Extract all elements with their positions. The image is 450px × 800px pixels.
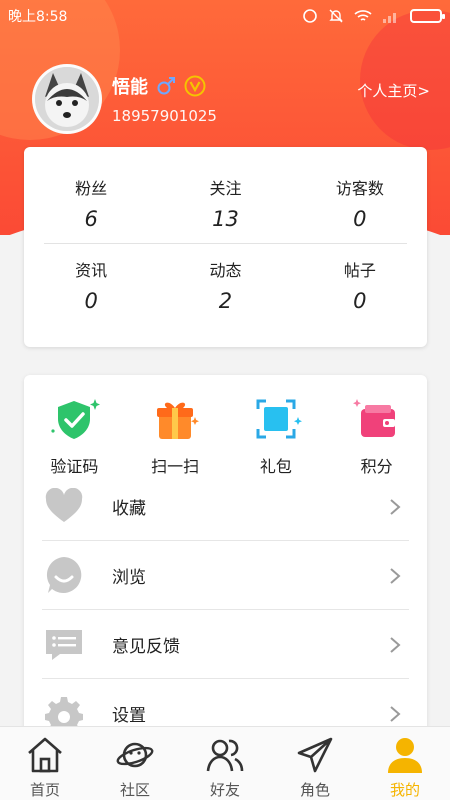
battery-icon xyxy=(410,9,445,23)
bottom-tab-bar: 首页 社区 好友 角色 我的 xyxy=(0,726,450,800)
menu-item-favorites[interactable]: 收藏 xyxy=(42,472,409,541)
vip-badge-icon xyxy=(184,75,206,97)
avatar[interactable] xyxy=(32,64,102,134)
scan-icon xyxy=(256,399,302,439)
gift-icon xyxy=(157,402,200,439)
menu-item-label: 设置 xyxy=(112,706,146,726)
stat-value: 2 xyxy=(218,289,233,313)
male-gender-icon xyxy=(157,77,175,95)
menu-card: 验证码 扫一扫 礼包 积分 收藏 浏览 意见反馈 设置 xyxy=(24,375,427,735)
stat-news[interactable]: 资讯 0 xyxy=(24,257,158,313)
paper-plane-icon xyxy=(297,737,333,773)
wifi-icon xyxy=(354,10,372,21)
sync-icon xyxy=(303,9,317,23)
tab-label: 角色 xyxy=(299,781,330,799)
stat-following[interactable]: 关注 13 xyxy=(158,175,292,231)
personal-homepage-link[interactable]: 个人主页> xyxy=(357,80,430,101)
tab-label: 我的 xyxy=(389,781,420,799)
stat-label: 动态 xyxy=(209,261,242,280)
quick-action-points[interactable]: 积分 xyxy=(326,395,427,477)
feedback-icon xyxy=(46,630,82,660)
tab-community[interactable]: 社区 xyxy=(90,727,180,800)
chevron-right-icon xyxy=(390,637,401,653)
stat-moments[interactable]: 动态 2 xyxy=(158,257,292,313)
tab-roles[interactable]: 角色 xyxy=(270,727,360,800)
stat-value: 0 xyxy=(353,207,367,231)
status-time: 晚上8:58 xyxy=(8,9,68,25)
stat-value: 0 xyxy=(353,289,367,313)
menu-item-history[interactable]: 浏览 xyxy=(42,541,409,610)
tab-mine[interactable]: 我的 xyxy=(360,727,450,800)
stat-posts[interactable]: 帖子 0 xyxy=(293,257,427,313)
tab-label: 首页 xyxy=(29,781,60,799)
mute-bell-icon xyxy=(329,9,343,23)
stat-label: 访客数 xyxy=(335,179,384,198)
tab-home[interactable]: 首页 xyxy=(0,727,90,800)
stat-value: 0 xyxy=(84,289,98,313)
signal-icon xyxy=(383,13,396,23)
menu-item-feedback[interactable]: 意见反馈 xyxy=(42,610,409,679)
menu-item-label: 意见反馈 xyxy=(112,636,180,657)
quick-action-scan[interactable]: 扫一扫 xyxy=(125,395,226,477)
tab-label: 好友 xyxy=(209,781,240,799)
stat-fans[interactable]: 粉丝 6 xyxy=(24,175,158,231)
home-icon xyxy=(28,737,62,773)
chevron-right-icon xyxy=(390,499,401,515)
friends-icon xyxy=(206,739,244,772)
stat-value: 13 xyxy=(212,207,239,231)
tab-label: 社区 xyxy=(119,781,150,799)
heart-icon xyxy=(45,488,83,522)
menu-item-label: 收藏 xyxy=(112,498,146,519)
user-phone: 18957901025 xyxy=(112,107,217,125)
user-name: 悟能 xyxy=(112,77,148,98)
stat-visitors[interactable]: 访客数 0 xyxy=(293,175,427,231)
menu-list: 收藏 浏览 意见反馈 设置 xyxy=(42,472,409,735)
menu-item-label: 浏览 xyxy=(112,567,146,588)
stat-value: 6 xyxy=(84,207,98,231)
status-bar: 晚上8:58 xyxy=(0,0,450,32)
profile-section: 悟能 18957901025 xyxy=(32,64,217,134)
planet-icon xyxy=(116,742,154,768)
wallet-icon xyxy=(352,399,395,437)
chevron-right-icon xyxy=(390,568,401,584)
tab-friends[interactable]: 好友 xyxy=(180,727,270,800)
shield-check-icon xyxy=(51,399,101,439)
stat-label: 粉丝 xyxy=(75,179,108,198)
user-icon xyxy=(388,738,422,773)
stat-label: 关注 xyxy=(209,179,242,198)
smile-icon xyxy=(46,557,82,593)
chevron-right-icon xyxy=(390,706,401,722)
divider xyxy=(44,243,407,244)
quick-action-gift-pack[interactable]: 礼包 xyxy=(226,395,327,477)
quick-action-verification-code[interactable]: 验证码 xyxy=(24,395,125,477)
stat-label: 帖子 xyxy=(343,261,376,280)
quick-actions: 验证码 扫一扫 礼包 积分 xyxy=(24,395,427,477)
stats-card: 粉丝 6 关注 13 访客数 0 资讯 0 动态 2 帖子 0 xyxy=(24,147,427,347)
stat-label: 资讯 xyxy=(75,261,108,280)
